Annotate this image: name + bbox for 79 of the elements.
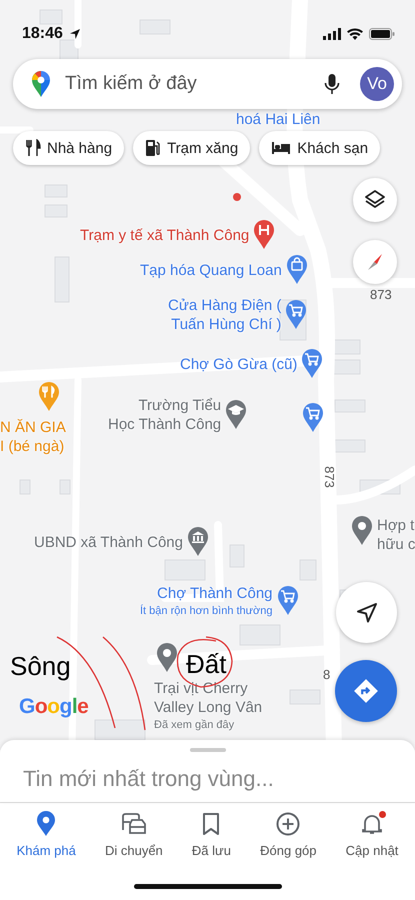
nav-tab[interactable]: Cập nhật (342, 811, 402, 872)
building-shape (44, 204, 68, 218)
location-pin-icon (36, 811, 56, 837)
handwritten-label: Sông (10, 650, 71, 682)
account-avatar[interactable]: Vo (360, 67, 394, 101)
wifi-icon (347, 28, 363, 40)
sheet-title: Tin mới nhất trong vùng... (23, 766, 274, 792)
fuel-pump-icon (145, 139, 162, 157)
place-status-label: Đã xem gần đây (154, 718, 234, 732)
fork-knife-icon (25, 139, 41, 157)
building-shape (54, 256, 70, 302)
store-pin-icon[interactable] (301, 349, 324, 379)
health-pin-icon[interactable] (253, 220, 276, 250)
building-shape (94, 720, 146, 740)
plus-circle-icon (276, 812, 300, 836)
place-label[interactable]: Trạm y tế xã Thành Công (80, 226, 250, 244)
place-label[interactable]: Chợ Thành Công (157, 584, 272, 603)
layers-button[interactable] (353, 178, 397, 222)
bookmark-icon (202, 812, 220, 836)
building-shape (40, 10, 62, 24)
map-pin-logo-icon (31, 70, 51, 98)
store-pin-icon[interactable] (302, 403, 324, 433)
bus-car-icon (120, 812, 148, 836)
directions-button[interactable] (335, 660, 397, 722)
place-label[interactable]: N ĂN GIA I (bé ngà) (0, 418, 66, 456)
my-location-button[interactable] (336, 582, 397, 643)
shop-pin-icon[interactable] (286, 255, 308, 285)
directions-icon (353, 678, 379, 704)
status-time: 18:46 (22, 25, 63, 43)
location-arrow-icon (68, 28, 81, 40)
place-status-label: Ít bận rộn hơn bình thường (140, 604, 272, 618)
bell-icon (361, 812, 384, 836)
nav-tab[interactable]: Di chuyển (100, 811, 167, 872)
place-label[interactable]: Cửa Hàng Điện ( Tuấn Hùng Chí ) (168, 296, 282, 334)
store-pin-icon[interactable] (276, 586, 298, 616)
building-shape (334, 440, 366, 452)
marker-dot-icon (233, 193, 241, 201)
place-label[interactable]: hoá Hai Liên (236, 110, 320, 129)
building-shape (300, 560, 316, 580)
microphone-icon[interactable] (324, 73, 340, 95)
place-label[interactable]: Chợ Gò Gừa (cũ) (180, 354, 298, 374)
navigation-arrow-icon (356, 602, 378, 624)
battery-icon (369, 28, 395, 40)
building-shape (334, 400, 366, 412)
map-pin-icon[interactable] (351, 516, 373, 546)
place-label[interactable]: UBND xã Thành Công (34, 532, 183, 552)
building-shape (164, 560, 206, 580)
place-label[interactable]: Tạp hóa Quang Loan (140, 260, 282, 280)
category-chip[interactable]: Nhà hàng (13, 131, 124, 165)
place-label[interactable]: Hợp t hữu c (377, 516, 415, 554)
handwritten-label: Đất (186, 648, 226, 680)
road-number-label: 8 (323, 668, 330, 682)
map-view[interactable] (0, 0, 415, 750)
category-chip[interactable]: Trạm xăng (133, 131, 250, 165)
map-pin-icon[interactable] (156, 643, 178, 673)
building-shape (230, 544, 244, 568)
building-shape (240, 624, 280, 646)
building-shape (290, 690, 320, 704)
government-pin-icon[interactable] (186, 527, 209, 557)
school-pin-icon[interactable] (225, 400, 248, 430)
signal-icon (323, 28, 341, 40)
layers-icon (364, 189, 386, 211)
nav-tab[interactable]: Đã lưu (188, 811, 235, 872)
map-logo: Google (19, 695, 88, 719)
sheet-handle[interactable] (190, 748, 226, 752)
search-bar[interactable]: Tìm kiếm ở đây Vo (13, 59, 402, 109)
nav-tab[interactable]: Đóng góp (256, 811, 321, 872)
building-shape (44, 184, 68, 198)
store-pin-icon[interactable] (285, 300, 308, 330)
place-label[interactable]: Trại vịt Cherry Valley Long Vân (154, 679, 262, 717)
building-shape (60, 480, 70, 494)
place-label[interactable]: Trường Tiểu Học Thành Công (108, 396, 222, 434)
building-shape (20, 480, 30, 494)
bed-icon (271, 141, 292, 155)
category-chip[interactable]: Khách sạn (259, 131, 380, 165)
nav-tab[interactable]: Khám phá (12, 811, 80, 872)
building-shape (140, 20, 170, 34)
road-number-label: 873 (322, 466, 336, 488)
road-number-label: 873 (370, 288, 392, 302)
